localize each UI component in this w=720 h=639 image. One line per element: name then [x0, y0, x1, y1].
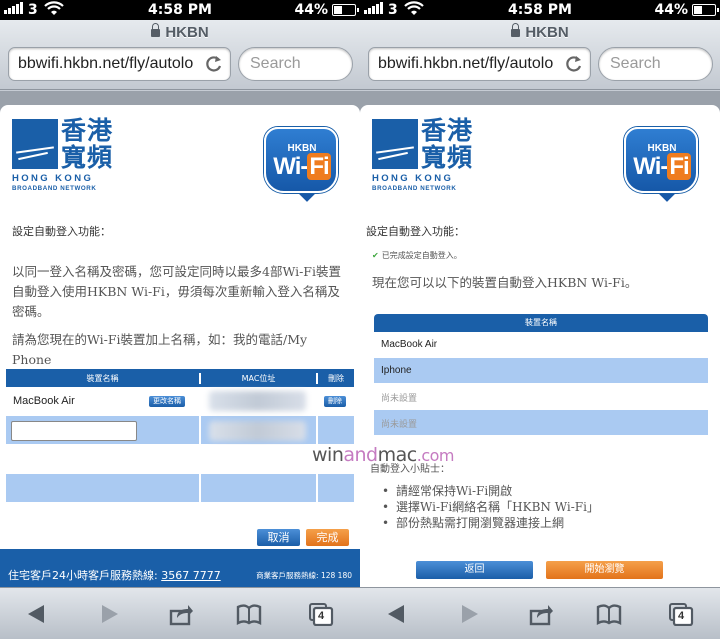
hkbn-wifi-badge: HKBN Wi-Fi [264, 127, 340, 207]
share-icon[interactable] [168, 602, 194, 626]
list-item: 請經常保持Wi-Fi開啟 [382, 483, 712, 499]
search-field[interactable]: Search [598, 47, 713, 81]
back-arrow-icon[interactable] [24, 602, 50, 626]
intro-text: 現在您可以以下的裝置自動登入HKBN Wi-Fi。 [372, 275, 638, 290]
device-name: MacBook Air [13, 395, 75, 407]
done-message: ✔ 已完成設定自動登入。 [372, 251, 462, 260]
browser-bottom-bar: 4 [360, 587, 720, 639]
tabs-count: 4 [678, 610, 685, 622]
device-name-input[interactable] [11, 421, 137, 441]
col-header-delete: 刪除 [328, 373, 344, 383]
table-row: 尚未設置 [374, 410, 708, 436]
setup-label: 設定自動登入功能： [366, 225, 465, 238]
page-card: 香港 寬頻 HONG KONG BROADBAND NETWORK HKBN Wi… [360, 105, 720, 587]
reload-icon[interactable] [204, 54, 224, 74]
forward-arrow-icon[interactable] [456, 602, 482, 626]
tabs-count: 4 [318, 610, 325, 622]
mac-address-blurred [209, 421, 306, 441]
table-row [6, 445, 354, 474]
browser-bottom-bar: 4 [0, 587, 360, 639]
url-text: bbwifi.hkbn.net/fly/autolo [18, 55, 194, 72]
reload-icon[interactable] [564, 54, 584, 74]
setup-label: 設定自動登入功能： [12, 225, 111, 238]
col-header-device: 裝置名稱 [374, 314, 708, 332]
battery-percent: 44% [294, 2, 328, 18]
cancel-button[interactable]: 取消 [257, 529, 300, 546]
bookmarks-icon[interactable] [596, 602, 622, 626]
page-card: 香港 寬頻 HONG KONG BROADBAND NETWORK HKBN Wi… [0, 105, 360, 587]
list-item: 選擇Wi-Fi網絡名稱「HKBN Wi-Fi」 [382, 499, 712, 515]
web-content: 香港 寬頻 HONG KONG BROADBAND NETWORK HKBN Wi… [360, 91, 720, 587]
hotline-phone-link[interactable]: 3567 7777 [161, 569, 221, 582]
hkbn-wifi-badge: HKBN Wi-Fi [624, 127, 700, 207]
back-button[interactable]: 返回 [416, 561, 533, 579]
intro-text: 以同一登入名稱及密碼，您可設定同時以最多4部Wi-Fi裝置自動登入使用HKBN … [12, 264, 341, 319]
col-header-mac: MAC位址 [201, 372, 318, 384]
prompt-text: 請為您現在的Wi-Fi裝置加上名稱，如：我的電話/My Phone [12, 332, 308, 367]
done-button[interactable]: 完成 [306, 529, 349, 546]
battery-icon [692, 4, 719, 16]
url-field[interactable]: bbwifi.hkbn.net/fly/autolo [368, 47, 591, 81]
battery-percent: 44% [654, 2, 688, 18]
device-table: 裝置名稱 MacBook Air Iphone 尚未設置 尚未設置 [374, 314, 708, 436]
table-row: MacBook Air [374, 332, 708, 358]
bookmarks-icon[interactable] [236, 602, 262, 626]
rename-button[interactable]: 更改名稱 [149, 396, 185, 407]
delete-button[interactable]: 刪除 [324, 396, 346, 407]
col-header-device: 裝置名稱 [6, 372, 201, 384]
status-bar: 3 4:58 PM 44% [360, 0, 720, 20]
web-content: 香港 寬頻 HONG KONG BROADBAND NETWORK HKBN Wi… [0, 91, 360, 587]
share-icon[interactable] [528, 602, 554, 626]
footer-business-hotline: 商業客戶服務熱線: 128 180 [256, 571, 352, 580]
mac-address-blurred [209, 391, 306, 411]
back-arrow-icon[interactable] [384, 602, 410, 626]
battery-icon [332, 4, 359, 16]
url-field[interactable]: bbwifi.hkbn.net/fly/autolo [8, 47, 231, 81]
footer-hotline: 住宅客戶24小時客戶服務熱線: 3567 7777 [8, 569, 221, 582]
search-field[interactable]: Search [238, 47, 353, 81]
table-row: MacBook Air 更改名稱 刪除 [6, 387, 354, 416]
table-row: Iphone [374, 358, 708, 384]
page-title: HKBN [0, 23, 360, 41]
start-browsing-button[interactable]: 開始瀏覽 [546, 561, 663, 579]
watermark: winandmac.com [312, 444, 455, 466]
device-table: 裝置名稱 MAC位址 刪除 MacBook Air 更改名稱 刪除 [6, 369, 354, 503]
status-bar: 3 4:58 PM 44% [0, 0, 360, 20]
tips-list: 請經常保持Wi-Fi開啟 選擇Wi-Fi網絡名稱「HKBN Wi-Fi」 部份熱… [382, 483, 712, 531]
phone-screen-left: 3 4:58 PM 44% HKBN bbwifi.hkbn.net/fly/a… [0, 0, 360, 639]
hkbn-logo: 香港 寬頻 HONG KONG BROADBAND NETWORK [372, 116, 474, 192]
url-text: bbwifi.hkbn.net/fly/autolo [378, 55, 554, 72]
table-row [6, 474, 354, 503]
phone-screen-right: 3 4:58 PM 44% HKBN bbwifi.hkbn.net/fly/a… [360, 0, 720, 639]
list-item: 部份熱點需打開瀏覽器連接上網 [382, 515, 712, 531]
table-row: 尚未設置 [374, 384, 708, 410]
lock-icon [151, 23, 161, 37]
checkmark-icon: ✔ [372, 251, 379, 260]
forward-arrow-icon[interactable] [96, 602, 122, 626]
lock-icon [511, 23, 521, 37]
hkbn-logo: 香港 寬頻 HONG KONG BROADBAND NETWORK [12, 116, 114, 192]
page-title: HKBN [360, 23, 720, 41]
browser-toolbar: HKBN bbwifi.hkbn.net/fly/autolo Search [360, 20, 720, 90]
browser-toolbar: HKBN bbwifi.hkbn.net/fly/autolo Search [0, 20, 360, 90]
table-row [6, 416, 354, 445]
footer: 住宅客戶24小時客戶服務熱線: 3567 7777 商業客戶服務熱線: 128 … [0, 549, 360, 587]
